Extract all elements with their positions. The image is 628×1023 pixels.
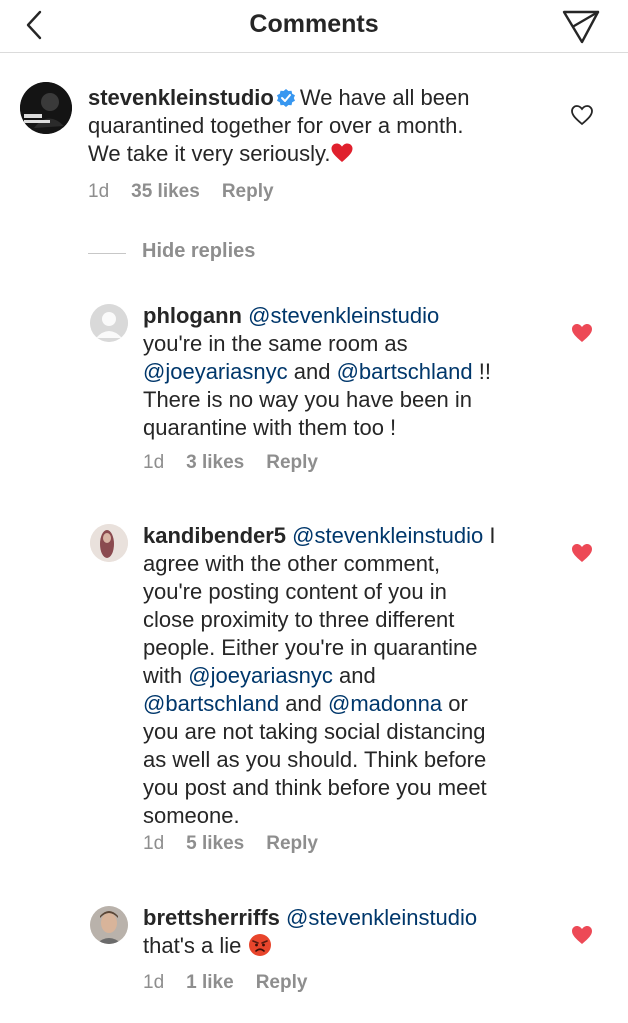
comment-time: 1d	[143, 452, 165, 473]
comment-likes[interactable]: 1 like	[186, 972, 234, 993]
comment-meta: 1d 3 likes Reply	[143, 451, 340, 475]
comment-username[interactable]: stevenkleinstudio	[88, 85, 274, 110]
comment-text-line: and	[287, 359, 337, 384]
comment-username[interactable]: brettsherriffs	[143, 905, 280, 930]
comment-body: phlogann @stevenkleinstudio you're in th…	[143, 302, 553, 442]
mention-link[interactable]: @stevenkleinstudio	[292, 523, 483, 548]
reply-button[interactable]: Reply	[222, 181, 274, 202]
mention-link[interactable]: @stevenkleinstudio	[286, 905, 477, 930]
comment-text-line: that's a lie	[143, 933, 242, 958]
hide-replies-toggle[interactable]: Hide replies	[88, 238, 388, 268]
comment-text-line: !!	[472, 359, 491, 384]
comment-text-line: I	[483, 523, 496, 548]
comment-text-line: We take it very seriously.	[88, 141, 331, 166]
comment-meta: 1d 5 likes Reply	[143, 832, 340, 856]
comment-meta: 1d 35 likes Reply	[88, 180, 296, 204]
comment-text-line: agree with the other comment,	[143, 551, 441, 576]
comment-body: stevenkleinstudio We have all been quara…	[88, 84, 548, 168]
avatar[interactable]	[90, 524, 128, 562]
reply-comment: phlogann @stevenkleinstudio you're in th…	[0, 296, 628, 486]
reply-button[interactable]: Reply	[256, 972, 308, 993]
comment-text-line: or	[442, 691, 468, 716]
comment-likes[interactable]: 3 likes	[186, 452, 244, 473]
avatar[interactable]	[20, 82, 72, 134]
comment-text-line: you're posting content of you in	[143, 579, 447, 604]
comment-text-line: people. Either you're in quarantine	[143, 635, 478, 660]
comment-text-line: you're in the same room as	[143, 331, 408, 356]
comment-text-line: close proximity to three different	[143, 607, 455, 632]
comment-body: kandibender5 @stevenkleinstudio I agree …	[143, 522, 563, 830]
red-heart-emoji-icon	[331, 143, 353, 162]
avatar[interactable]	[90, 304, 128, 342]
angry-face-emoji-icon	[248, 934, 271, 956]
comment-text-line: We have all been	[299, 85, 470, 110]
comment-text-line: you are not taking social distancing	[143, 719, 486, 744]
reply-comment: brettsherriffs @stevenkleinstudio that's…	[0, 898, 628, 1008]
comment-text-line: you post and think before you meet	[143, 775, 487, 800]
mention-link[interactable]: @bartschland	[143, 691, 279, 716]
like-heart-filled-icon[interactable]	[570, 924, 594, 946]
mention-link[interactable]: @stevenkleinstudio	[248, 303, 439, 328]
reply-button[interactable]: Reply	[266, 833, 318, 854]
comment-username[interactable]: kandibender5	[143, 523, 286, 548]
comment-time: 1d	[143, 833, 165, 854]
mention-link[interactable]: @madonna	[328, 691, 442, 716]
comment-username[interactable]: phlogann	[143, 303, 242, 328]
reply-button[interactable]: Reply	[266, 452, 318, 473]
like-heart-filled-icon[interactable]	[570, 542, 594, 564]
hide-replies-label: Hide replies	[142, 240, 256, 262]
page-title: Comments	[249, 10, 379, 38]
divider-line	[88, 253, 126, 254]
comment-text-line: quarantine with them too !	[143, 415, 397, 440]
comment-body: brettsherriffs @stevenkleinstudio that's…	[143, 904, 563, 960]
verified-badge-icon	[276, 89, 295, 107]
comment-likes[interactable]: 5 likes	[186, 833, 244, 854]
comment-time: 1d	[143, 972, 165, 993]
comment-time: 1d	[88, 181, 110, 202]
reply-comment: kandibender5 @stevenkleinstudio I agree …	[0, 516, 628, 866]
comment-text-line: There is no way you have been in	[143, 387, 472, 412]
comment-meta: 1d 1 like Reply	[143, 971, 329, 995]
avatar[interactable]	[90, 906, 128, 944]
comment-text-line: and	[279, 691, 329, 716]
comment-text-line: quarantined together for over a month.	[88, 113, 464, 138]
mention-link[interactable]: @joeyariasnyc	[143, 359, 288, 384]
comment: stevenkleinstudio We have all been quara…	[0, 76, 628, 216]
like-heart-filled-icon[interactable]	[570, 322, 594, 344]
mention-link[interactable]: @bartschland	[337, 359, 473, 384]
mention-link[interactable]: @joeyariasnyc	[188, 663, 333, 688]
header-bar: Comments	[0, 0, 628, 53]
comment-text-line: as well as you should. Think before	[143, 747, 487, 772]
direct-send-icon[interactable]	[560, 6, 602, 46]
comment-text-line: someone.	[143, 803, 240, 828]
comment-text-line: with	[143, 663, 189, 688]
comment-text-line: and	[332, 663, 376, 688]
comment-likes[interactable]: 35 likes	[131, 181, 200, 202]
like-heart-outline-icon[interactable]	[570, 104, 594, 126]
